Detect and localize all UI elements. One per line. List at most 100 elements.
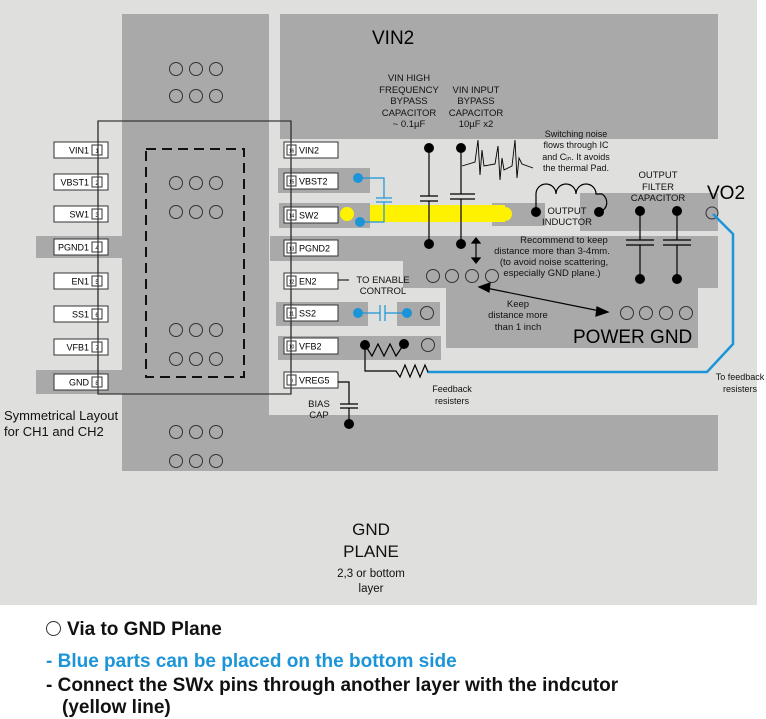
- right-pin-vbst2: 15 VBST2: [283, 172, 339, 190]
- left-pin-pgnd1: PGND1 4: [53, 238, 109, 256]
- to-feedback-line-2: resisters: [723, 384, 758, 394]
- hf-cap-bottom-dot: [424, 239, 434, 249]
- input-bypass-line-2: BYPASS: [457, 96, 494, 107]
- input-bypass-line-1: VIN INPUT: [453, 85, 500, 96]
- pin-label: EN1: [71, 277, 89, 287]
- inductor-left-dot: [531, 207, 541, 217]
- keep-distance-line-1: Keep: [507, 299, 529, 310]
- right-pin-pgnd2: 13 PGND2: [283, 239, 339, 257]
- bias-cap-dot: [344, 419, 354, 429]
- left-pin-vin1: VIN1 1: [53, 141, 109, 159]
- input-cap-bottom-dot: [456, 239, 466, 249]
- vo2-label: VO2: [707, 183, 745, 204]
- left-copper-column: [122, 14, 269, 471]
- out-cap2-bottom-dot: [672, 274, 682, 284]
- pin-label: VIN2: [299, 146, 319, 156]
- out-cap2-top-dot: [672, 206, 682, 216]
- recommend-line-4: especially GND plane.): [503, 268, 600, 279]
- switching-noise-line-1: Switching noise: [545, 129, 608, 139]
- left-pin-ss1: SS1 6: [53, 305, 109, 323]
- switching-noise-line-3: and Cᵢₙ. It avoids: [542, 152, 610, 162]
- right-pin-vin2: 16 VIN2: [283, 141, 339, 159]
- legend-via: Via to GND Plane: [46, 619, 222, 641]
- pin-label: VREG5: [299, 376, 330, 386]
- left-pin-vbst1: VBST1 2: [53, 173, 109, 191]
- pin-label: VBST1: [60, 178, 89, 188]
- pin-label: SS1: [72, 310, 89, 320]
- feedback-line-1: Feedback: [432, 384, 472, 394]
- output-inductor-line-1: OUTPUT: [547, 206, 586, 217]
- power-gnd-label: POWER GND: [573, 327, 692, 348]
- pin-number: 15: [289, 180, 295, 186]
- feedback-line-2: resisters: [435, 396, 470, 406]
- ss2-blue-dot-right: [402, 308, 412, 318]
- pin-label: SW2: [299, 211, 319, 221]
- gnd-plane-sub-1: 2,3 or bottom: [337, 568, 405, 580]
- pin-label: VBST2: [299, 177, 328, 187]
- gnd-plane-line-2: PLANE: [343, 542, 399, 561]
- input-bypass-line-4: 10µF x2: [459, 119, 494, 130]
- legend-sw-note-2: (yellow line): [62, 697, 171, 718]
- to-enable-line-1: TO ENABLE: [356, 275, 409, 286]
- hf-bypass-line-5: ~ 0.1µF: [393, 119, 426, 130]
- input-bypass-line-3: CAPACITOR: [449, 108, 504, 119]
- recommend-line-2: distance more than 3-4mm.: [494, 246, 610, 257]
- legend-via-text: Via to GND Plane: [67, 619, 222, 640]
- output-filter-line-3: CAPACITOR: [631, 193, 686, 204]
- right-pin-vreg5: 9VREG5: [283, 371, 339, 389]
- recommend-line-1: Recommend to keep: [520, 235, 608, 246]
- vbst2-blue-dot: [353, 173, 363, 183]
- vin2-copper: [280, 14, 718, 139]
- sw2-blue-dot: [355, 217, 365, 227]
- out-cap1-top-dot: [635, 206, 645, 216]
- pin-number: 13: [289, 247, 295, 253]
- symmetrical-layout-label: Symmetrical Layout for CH1 and CH2: [4, 408, 119, 439]
- pin-label: PGND1: [58, 243, 89, 253]
- bias-cap-line-1: BIAS: [308, 399, 330, 410]
- pin-number: 12: [289, 280, 295, 286]
- sw-yellow-trace: [370, 205, 505, 222]
- bias-cap-line-2: CAP: [309, 410, 329, 421]
- switching-noise-line-4: the thermal Pad.: [543, 163, 609, 173]
- pin-label: PGND2: [299, 244, 330, 254]
- pin-label: VFB2: [299, 342, 322, 352]
- pin-number: 14: [289, 214, 295, 220]
- left-pin-sw1: SW1 3: [53, 205, 109, 223]
- keep-distance-line-3: than 1 inch: [495, 322, 541, 333]
- pin-number: 16: [289, 149, 295, 155]
- output-filter-line-1: OUTPUT: [638, 170, 677, 181]
- inductor-yellow-via: [498, 207, 512, 221]
- left-pin-en1: EN1 5: [53, 272, 109, 290]
- gnd-plane-line-1: GND: [352, 520, 390, 539]
- right-pin-en2: 12 EN2: [283, 272, 339, 290]
- out-cap1-bottom-dot: [635, 274, 645, 284]
- pcb-layout-diagram: VIN11 VBST12 SW13 PGND14 EN15 SS16 VFB17 GND8 1…: [0, 0, 765, 605]
- via-circle-icon: [46, 621, 61, 636]
- right-pin-sw2: 14 SW2: [283, 206, 339, 224]
- pin-number: 11: [289, 312, 294, 318]
- bottom-copper: [122, 415, 718, 471]
- gnd-plane-sub-2: layer: [359, 583, 384, 595]
- output-filter-line-2: FILTER: [642, 182, 674, 193]
- right-pin-vfb2: 10 VFB2: [283, 337, 339, 355]
- inductor-right-dot: [594, 207, 604, 217]
- pin-label: EN2: [299, 277, 317, 287]
- output-inductor-line-2: INDUCTOR: [542, 217, 592, 228]
- bias-cap-label: BIAS CAP: [308, 399, 330, 421]
- right-pin-ss2: 11 SS2: [283, 304, 339, 322]
- pin-label: SS2: [299, 309, 316, 319]
- symmetrical-line-1: Symmetrical Layout: [4, 408, 119, 423]
- pin-label: GND: [69, 378, 90, 388]
- input-cap-top-dot: [456, 143, 466, 153]
- output-inductor-label: OUTPUT INDUCTOR: [542, 206, 592, 228]
- legend-blue-note: - Blue parts can be placed on the bottom…: [46, 651, 457, 672]
- hf-cap-top-dot: [424, 143, 434, 153]
- pin-number: 10: [289, 345, 295, 351]
- legend-sw-note: - Connect the SWx pins through another l…: [46, 675, 619, 696]
- pin-label: SW1: [69, 210, 89, 220]
- ss2-blue-dot-left: [353, 308, 363, 318]
- to-enable-line-2: CONTROL: [360, 286, 406, 297]
- hf-bypass-line-4: CAPACITOR: [382, 108, 437, 119]
- hf-bypass-line-3: BYPASS: [390, 96, 427, 107]
- to-feedback-line-1: To feedback: [716, 372, 765, 382]
